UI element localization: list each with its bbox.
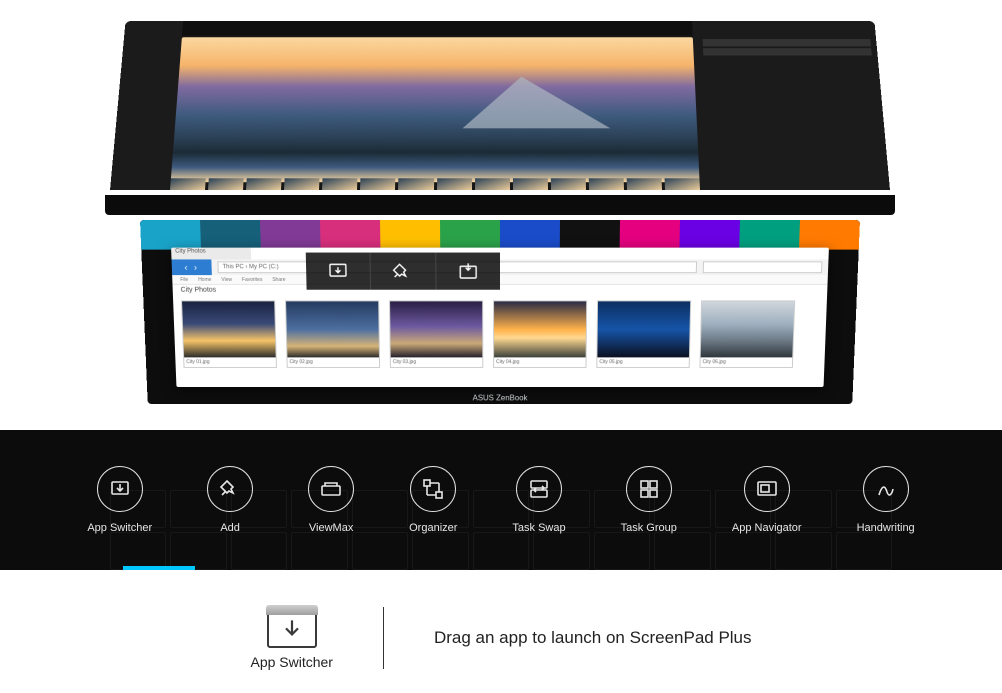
file-explorer-window[interactable]: City Photos ‹ › This PC › My PC (C:) Fil… — [171, 248, 829, 387]
screenpad-popup-toolbar — [306, 253, 500, 290]
pin-icon — [207, 466, 253, 512]
explorer-menubar: File Home View Favorites Share — [172, 275, 828, 285]
feature-label: App Navigator — [732, 522, 802, 534]
section-title: City Photos — [181, 287, 217, 294]
photo-thumb[interactable]: City 05.jpg — [596, 300, 691, 367]
description-icon-label: App Switcher — [250, 654, 332, 670]
viewmax-icon — [308, 466, 354, 512]
feature-label: Handwriting — [857, 522, 915, 534]
app-navigator-icon — [744, 466, 790, 512]
feature-task-swap[interactable]: Task Swap — [512, 466, 565, 534]
main-screen — [110, 21, 890, 190]
popup-send-to-screenpad[interactable] — [436, 253, 500, 290]
menu-home[interactable]: Home — [198, 277, 211, 283]
feature-handwriting[interactable]: Handwriting — [857, 466, 915, 534]
feature-viewmax[interactable]: ViewMax — [308, 466, 354, 534]
organizer-icon — [410, 466, 456, 512]
photo-thumb[interactable]: City 01.jpg — [181, 300, 277, 367]
feature-app-switcher[interactable]: App Switcher — [87, 466, 152, 534]
feature-bar: App Switcher Add ViewMax Organizer Task Swap… — [0, 430, 1002, 570]
menu-share[interactable]: Share — [272, 277, 285, 283]
divider — [383, 607, 384, 669]
explorer-tab[interactable]: City Photos — [171, 248, 251, 260]
task-group-icon — [626, 466, 672, 512]
photo-thumb-label: City 02.jpg — [287, 357, 379, 367]
feature-label: ViewMax — [309, 522, 353, 534]
feature-label: Task Group — [621, 522, 677, 534]
description-text: Drag an app to launch on ScreenPad Plus — [434, 628, 752, 648]
popup-app-switcher[interactable] — [306, 253, 372, 290]
menu-file[interactable]: File — [180, 277, 188, 283]
menu-view[interactable]: View — [221, 277, 232, 283]
screenpad-wallpaper — [140, 220, 860, 250]
screenpad-plus: City Photos ‹ › This PC › My PC (C:) Fil… — [140, 220, 860, 404]
feature-task-group[interactable]: Task Group — [621, 466, 677, 534]
laptop-hinge — [105, 195, 895, 215]
feature-label: App Switcher — [87, 522, 152, 534]
photo-thumb[interactable]: City 04.jpg — [493, 300, 587, 367]
app-switcher-large-icon — [267, 606, 317, 648]
editor-canvas-photo — [171, 37, 700, 182]
search-input[interactable] — [703, 261, 823, 273]
editor-filmstrip — [170, 178, 700, 190]
feature-label: Add — [220, 522, 240, 534]
feature-organizer[interactable]: Organizer — [409, 466, 457, 534]
feature-label: Task Swap — [512, 522, 565, 534]
photo-thumb[interactable]: City 03.jpg — [389, 300, 483, 367]
menu-favorites[interactable]: Favorites — [242, 277, 263, 283]
photo-thumb-label: City 05.jpg — [597, 357, 689, 367]
photo-thumb[interactable]: City 06.jpg — [699, 300, 795, 367]
app-switcher-icon — [97, 466, 143, 512]
editor-right-panel — [692, 21, 890, 190]
photo-thumbnails: City 01.jpg City 02.jpg City 03.jpg City 04… — [181, 300, 827, 381]
photo-thumb-label: City 04.jpg — [494, 357, 586, 367]
active-feature-underline — [123, 566, 195, 570]
feature-description: App Switcher Drag an app to launch on Sc… — [0, 598, 1002, 678]
feature-app-navigator[interactable]: App Navigator — [732, 466, 802, 534]
feature-label: Organizer — [409, 522, 457, 534]
photo-thumb-label: City 06.jpg — [700, 357, 792, 367]
task-swap-icon — [516, 466, 562, 512]
feature-add[interactable]: Add — [207, 466, 253, 534]
device-brand-label: ASUS ZenBook — [473, 394, 528, 403]
handwriting-icon — [863, 466, 909, 512]
photo-thumb[interactable]: City 02.jpg — [285, 300, 380, 367]
photo-thumb-label: City 03.jpg — [391, 357, 483, 367]
nav-back-forward[interactable]: ‹ › — [172, 259, 212, 275]
photo-thumb-label: City 01.jpg — [184, 357, 276, 367]
popup-pin[interactable] — [371, 253, 436, 290]
